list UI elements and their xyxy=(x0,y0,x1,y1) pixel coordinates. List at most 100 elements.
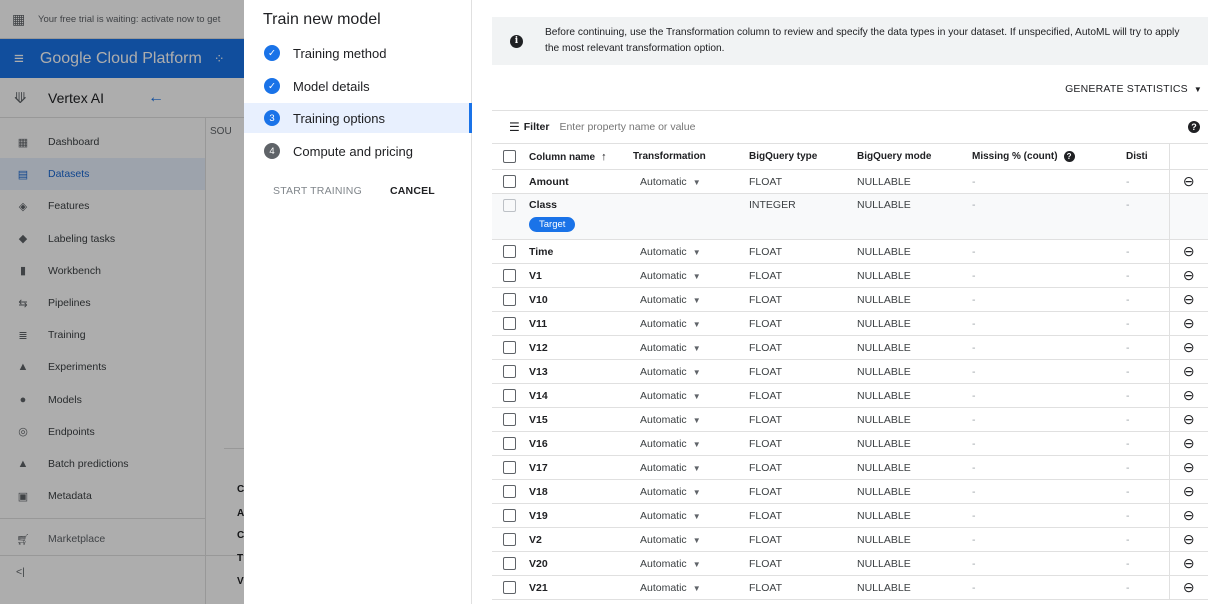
transformation-select[interactable]: Automatic ▼ xyxy=(633,263,749,288)
row-select-cell xyxy=(492,311,522,336)
transformation-select[interactable]: Automatic ▼ xyxy=(633,407,749,432)
remove-column-icon[interactable]: ⊖ xyxy=(1168,431,1208,456)
remove-column-icon[interactable]: ⊖ xyxy=(1168,407,1208,432)
cell-missing: - xyxy=(972,383,1126,408)
row-checkbox[interactable] xyxy=(503,317,516,330)
cell-bq-mode: NULLABLE xyxy=(857,287,972,312)
sort-up-icon[interactable]: ↑ xyxy=(601,151,607,163)
step-training-options[interactable]: 3 Training options xyxy=(244,103,472,133)
transformation-value: Automatic xyxy=(640,341,687,354)
cell-missing: - xyxy=(972,527,1126,552)
remove-column-icon[interactable]: ⊖ xyxy=(1168,503,1208,528)
row-checkbox[interactable] xyxy=(503,341,516,354)
row-select-cell xyxy=(492,335,522,360)
row-select-cell xyxy=(492,193,522,240)
cell-bq-type: FLOAT xyxy=(749,335,857,360)
transformation-select[interactable]: Automatic ▼ xyxy=(633,551,749,576)
row-checkbox[interactable] xyxy=(503,485,516,498)
transformation-select[interactable]: Automatic ▼ xyxy=(633,383,749,408)
row-select-cell xyxy=(492,239,522,264)
help-icon[interactable]: ? xyxy=(1188,121,1200,133)
transformation-select[interactable]: Automatic ▼ xyxy=(633,311,749,336)
cell-missing: - xyxy=(972,263,1126,288)
transformation-select[interactable]: Automatic ▼ xyxy=(633,479,749,504)
step-training-method[interactable]: ✓ Training method xyxy=(244,38,472,68)
transformation-value: Automatic xyxy=(640,533,687,546)
transformation-select[interactable]: Automatic ▼ xyxy=(633,503,749,528)
caret-down-icon: ▼ xyxy=(692,295,701,305)
cell-column-name: Time xyxy=(522,239,633,264)
transformation-select[interactable]: Automatic ▼ xyxy=(633,455,749,480)
step-model-details[interactable]: ✓ Model details xyxy=(244,71,472,101)
table-row: V14 Automatic ▼ FLOAT NULLABLE - - ⊖ xyxy=(492,383,1208,408)
remove-column-icon[interactable]: ⊖ xyxy=(1168,169,1208,194)
remove-column-icon[interactable]: ⊖ xyxy=(1168,335,1208,360)
remove-column-icon[interactable]: ⊖ xyxy=(1168,551,1208,576)
cancel-button[interactable]: CANCEL xyxy=(390,185,435,197)
remove-column-icon[interactable]: ⊖ xyxy=(1168,575,1208,600)
row-checkbox[interactable] xyxy=(503,509,516,522)
header-column-name[interactable]: Column name ↑ xyxy=(522,143,633,170)
row-checkbox[interactable] xyxy=(503,389,516,402)
remove-column-icon[interactable]: ⊖ xyxy=(1168,455,1208,480)
step-compute-pricing[interactable]: 4 Compute and pricing xyxy=(244,136,472,166)
cell-bq-type: FLOAT xyxy=(749,239,857,264)
row-checkbox[interactable] xyxy=(503,293,516,306)
remove-column-icon[interactable]: ⊖ xyxy=(1168,383,1208,408)
table-row: V10 Automatic ▼ FLOAT NULLABLE - - ⊖ xyxy=(492,287,1208,312)
table-row: V17 Automatic ▼ FLOAT NULLABLE - - ⊖ xyxy=(492,455,1208,480)
table-row: V19 Automatic ▼ FLOAT NULLABLE - - ⊖ xyxy=(492,503,1208,528)
help-icon[interactable]: ? xyxy=(1063,150,1075,162)
column-name: V14 xyxy=(529,389,548,402)
stepper-title: Train new model xyxy=(263,11,381,28)
row-checkbox[interactable] xyxy=(503,245,516,258)
cell-bq-type: FLOAT xyxy=(749,169,857,194)
table-body: Amount Automatic ▼ FLOAT NULLABLE - - ⊖ Class Tar… xyxy=(492,169,1208,600)
modal-scrim[interactable] xyxy=(0,0,244,604)
row-checkbox[interactable] xyxy=(503,461,516,474)
caret-down-icon: ▼ xyxy=(692,319,701,329)
transformation-select[interactable]: Automatic ▼ xyxy=(633,527,749,552)
cell-column-name: Amount xyxy=(522,169,633,194)
filter-input[interactable] xyxy=(559,120,760,133)
start-training-button[interactable]: START TRAINING xyxy=(273,185,362,197)
transformation-select[interactable]: Automatic ▼ xyxy=(633,575,749,600)
caret-down-icon: ▼ xyxy=(692,177,701,187)
row-checkbox[interactable] xyxy=(503,437,516,450)
row-checkbox[interactable] xyxy=(503,413,516,426)
row-checkbox[interactable] xyxy=(503,581,516,594)
row-checkbox[interactable] xyxy=(503,175,516,188)
remove-column-icon[interactable]: ⊖ xyxy=(1168,239,1208,264)
remove-column-icon[interactable]: ⊖ xyxy=(1168,287,1208,312)
row-checkbox[interactable] xyxy=(503,557,516,570)
transformation-select[interactable]: Automatic ▼ xyxy=(633,359,749,384)
generate-statistics-button[interactable]: GENERATE STATISTICS ▼ xyxy=(1065,83,1202,95)
caret-down-icon: ▼ xyxy=(692,391,701,401)
filter-bar: ☰ Filter ? xyxy=(492,110,1208,142)
transformation-select[interactable]: Automatic ▼ xyxy=(633,335,749,360)
caret-down-icon: ▼ xyxy=(692,559,701,569)
row-checkbox[interactable] xyxy=(503,269,516,282)
cell-bq-mode: NULLABLE xyxy=(857,479,972,504)
transformation-select[interactable]: Automatic ▼ xyxy=(633,287,749,312)
row-select-cell xyxy=(492,551,522,576)
cell-distinct: - xyxy=(1126,263,1169,288)
remove-column-icon[interactable]: ⊖ xyxy=(1168,479,1208,504)
remove-column-icon[interactable]: ⊖ xyxy=(1168,311,1208,336)
column-name: V11 xyxy=(529,317,548,330)
table-row: V2 Automatic ▼ FLOAT NULLABLE - - ⊖ xyxy=(492,527,1208,552)
cell-distinct: - xyxy=(1126,383,1169,408)
transformation-select[interactable]: Automatic ▼ xyxy=(633,239,749,264)
row-checkbox[interactable] xyxy=(503,365,516,378)
row-checkbox[interactable] xyxy=(503,533,516,546)
cell-distinct: - xyxy=(1126,479,1169,504)
remove-column-icon[interactable]: ⊖ xyxy=(1168,263,1208,288)
transformation-select[interactable]: Automatic ▼ xyxy=(633,431,749,456)
cell-bq-mode: NULLABLE xyxy=(857,431,972,456)
caret-down-icon: ▼ xyxy=(692,463,701,473)
select-all-checkbox[interactable] xyxy=(503,150,516,163)
step-label: Training options xyxy=(293,110,386,126)
remove-column-icon[interactable]: ⊖ xyxy=(1168,527,1208,552)
remove-column-icon[interactable]: ⊖ xyxy=(1168,359,1208,384)
transformation-select[interactable]: Automatic ▼ xyxy=(633,169,749,194)
